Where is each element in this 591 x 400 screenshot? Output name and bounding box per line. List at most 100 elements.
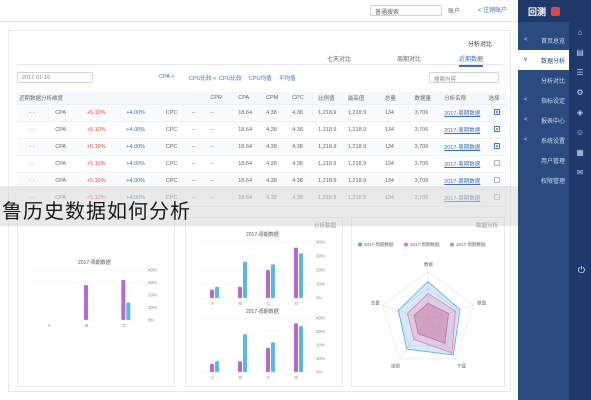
table-row[interactable]: - - CPA +5.10% +4.00% CPC -- -- 18.64 4.38 4.38 1,…	[17, 105, 507, 122]
sidebar-item-0[interactable]: < 首页总览	[518, 30, 569, 50]
legend-item[interactable]: 2017-周期数据	[456, 241, 486, 248]
bar-cyan	[215, 286, 219, 298]
cell-value: +4.00%	[126, 178, 146, 184]
table-cell: 4.38	[292, 161, 303, 167]
gear-icon[interactable]: ⚙	[569, 82, 591, 102]
table-cell: 134	[384, 144, 394, 150]
layers-icon[interactable]: ◈	[569, 102, 591, 122]
table-cell: --	[191, 178, 196, 184]
tab-recent[interactable]: 近期数据	[459, 54, 484, 67]
row-select-cell	[487, 109, 508, 117]
table-cell: 134	[384, 161, 394, 167]
column-header[interactable]: 近期数据分析维度	[17, 94, 190, 102]
row-select-cell	[487, 177, 508, 185]
row-checkbox[interactable]	[493, 177, 500, 183]
sidebar-item-6[interactable]: 用户管理	[518, 150, 569, 170]
table-cell: 4.38	[266, 161, 277, 167]
bar-purple	[266, 270, 270, 298]
row-checkbox[interactable]	[493, 109, 500, 115]
chevron-icon: <	[524, 117, 528, 123]
column-header[interactable]: CPA	[236, 95, 264, 101]
power-icon[interactable]: ⏻	[578, 265, 585, 276]
row-name-link[interactable]: 2017-周期数据	[442, 109, 486, 117]
sidebar-item-5[interactable]: < 系统设置	[518, 130, 569, 150]
table-row[interactable]: - - CPA +5.10% +4.00% CPC -- -- 18.64 4.38 4.38 1,…	[17, 139, 507, 156]
column-header[interactable]: 总量	[383, 94, 413, 102]
table-cell: 4.38	[292, 178, 303, 184]
user-icon[interactable]: ☺	[569, 122, 591, 142]
bar-purple	[238, 361, 242, 372]
sidebar-item-4[interactable]: < 报表中心	[518, 110, 569, 130]
list-icon[interactable]: ☰	[569, 62, 591, 82]
cell-value: +4.00%	[126, 110, 146, 116]
filter-cpu-compare[interactable]: CPU比较	[219, 74, 242, 82]
page-title: 分析对比	[467, 42, 492, 48]
filter-average[interactable]: 平均值	[279, 74, 296, 82]
brand-bar: 回测	[518, 0, 591, 22]
table-cell: 4.38	[292, 127, 303, 133]
radar-chart: 2017-周期数据 2017-周期数据 2017-周期数据数据数量下载 结果 总量	[358, 241, 487, 369]
y-tick-label: 40%	[316, 240, 325, 245]
column-header[interactable]: 最高值	[346, 94, 383, 102]
chart-title: 2017-周期数据	[246, 308, 279, 315]
row-checkbox[interactable]	[493, 126, 500, 132]
legend-item[interactable]: 2017-周期数据	[364, 241, 394, 248]
column-header[interactable]: CPM	[264, 95, 290, 101]
cell-value: +5.10%	[86, 110, 106, 116]
legend-item[interactable]: 2017-周期数据	[410, 241, 440, 248]
row-name-link[interactable]: 2017-周期数据	[442, 143, 486, 151]
row-name-link[interactable]: 2017-周期数据	[442, 177, 486, 185]
sidebar-item-label: 权限管理	[540, 178, 565, 185]
sidebar-icon-column: ⌂ ▤ ☰ ⚙ ◈ ☺ ▦ ✉	[569, 22, 591, 400]
sidebar-item-label: 指标设定	[540, 98, 565, 105]
sidebar-item-7[interactable]: 权限管理	[518, 170, 569, 190]
table-cell: 134	[384, 110, 394, 116]
column-header[interactable]: 比例值	[316, 94, 346, 102]
sidebar-item-2[interactable]: 分析对比	[518, 70, 569, 90]
bar-cyan	[271, 342, 275, 372]
table-row[interactable]: - - CPA +5.10% +4.00% CPC -- -- 18.64 4.38 4.38 1,…	[17, 156, 507, 173]
row-checkbox[interactable]	[493, 160, 500, 166]
tab-seven-day[interactable]: 七天对比	[327, 54, 351, 63]
x-tick-label: C	[267, 301, 271, 306]
sidebar-item-1[interactable]: v 数据分析	[518, 50, 569, 70]
cell-value: +5.10%	[86, 178, 106, 184]
sidebar-item-label: 系统设置	[540, 138, 565, 145]
table-cell: 134	[384, 127, 394, 133]
logout-link[interactable]: < 注销账户	[478, 5, 507, 14]
filter-cpu-compare-2[interactable]: CPU比较 <	[189, 74, 216, 82]
row-name-link[interactable]: 2017-周期数据	[442, 160, 486, 168]
table-cell: 134	[384, 178, 394, 184]
table-cell: 1,218.9	[347, 110, 367, 116]
table-row[interactable]: - - CPA +5.10% +4.00% CPC -- -- 18.64 4.38 4.38 1,…	[17, 122, 507, 139]
row-checkbox[interactable]	[493, 143, 500, 149]
sidebar-item-3[interactable]: < 指标设定	[518, 90, 569, 110]
column-header[interactable]: 选择	[487, 94, 508, 102]
user-label[interactable]: 账户	[448, 6, 460, 15]
row-select-cell	[487, 160, 508, 168]
radar-axis-label: 数量	[477, 300, 486, 307]
cell-value: - -	[29, 161, 35, 167]
table-cell: 18.64	[238, 127, 253, 133]
cell-value: +4.00%	[126, 127, 146, 133]
global-search-input[interactable]: 普通搜索	[370, 5, 442, 16]
row-name-link[interactable]: 2017-周期数据	[442, 126, 486, 134]
tab-cycle[interactable]: 周期对比	[397, 54, 421, 63]
calendar-icon[interactable]: ▦	[569, 142, 591, 162]
mail-icon[interactable]: ✉	[569, 162, 591, 182]
chart-card-left: 2017-周期数据 0% 10% 20% 30% 40% A B C	[17, 217, 175, 387]
filter-cpu-avg[interactable]: CPU均值	[249, 74, 272, 82]
filter-cpa[interactable]: CPA <	[159, 74, 174, 80]
dimension-cell: - - CPA +5.10% +4.00% CPC	[17, 110, 190, 116]
column-header[interactable]: 数据量	[412, 94, 442, 102]
bar-cyan	[271, 264, 275, 298]
column-header[interactable]: CPC	[290, 95, 316, 101]
table-search-input[interactable]: 搜索内容	[429, 72, 499, 83]
column-header[interactable]: 分析名称	[442, 94, 486, 102]
chevron-icon: v	[524, 57, 527, 63]
column-header[interactable]: CPR	[208, 95, 236, 101]
home-icon[interactable]: ⌂	[569, 22, 591, 42]
table-cell: 1,218.9	[347, 178, 367, 184]
date-input[interactable]: 2017-01-16	[17, 72, 93, 83]
chart-icon[interactable]: ▤	[569, 42, 591, 62]
